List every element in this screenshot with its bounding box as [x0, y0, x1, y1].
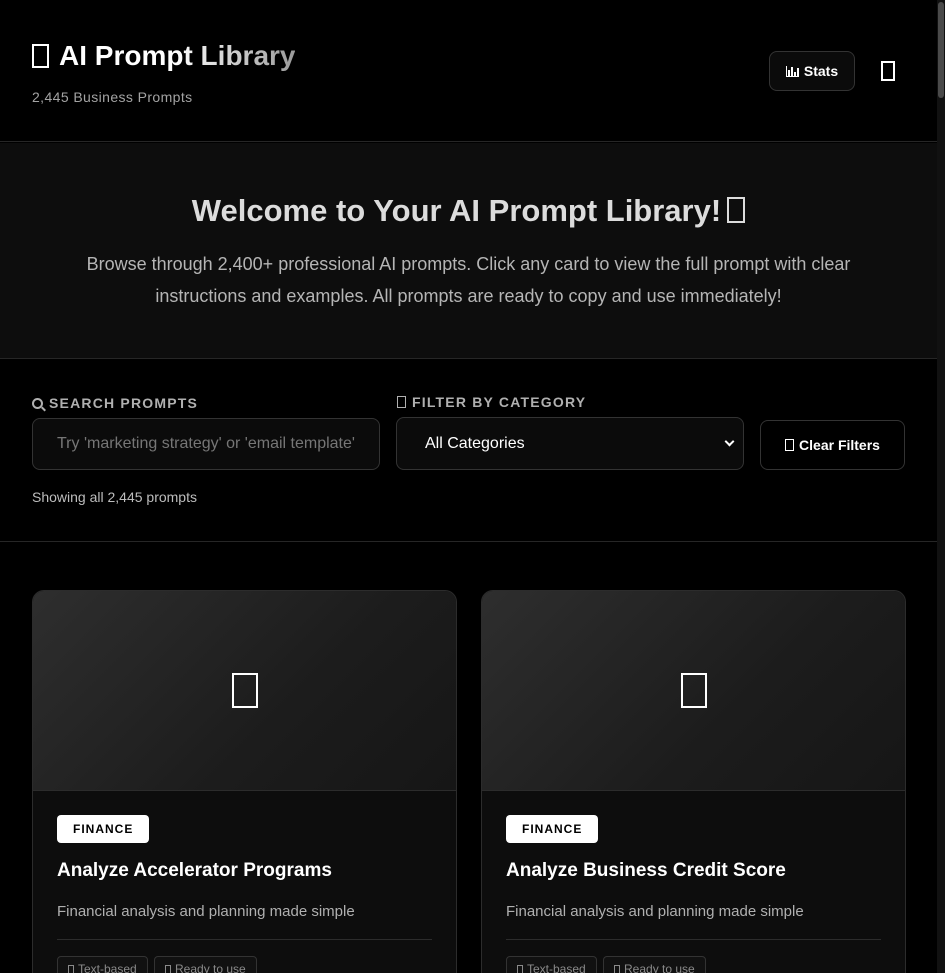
tag-ready-to-use: Ready to use	[154, 956, 257, 973]
search-label: SEARCH PROMPTS	[32, 395, 198, 411]
category-badge: FINANCE	[57, 815, 150, 843]
document-icon	[68, 964, 74, 973]
app-title-text: AI Prompt Library	[59, 40, 296, 71]
scrollbar-thumb[interactable]	[938, 2, 944, 98]
category-label-text: FILTER BY CATEGORY	[412, 394, 587, 410]
filter-bar: SEARCH PROMPTS FILTER BY CATEGORY All Ca…	[0, 359, 937, 542]
check-icon	[165, 964, 171, 973]
sparkle-icon	[727, 197, 746, 223]
theme-toggle-button[interactable]	[870, 51, 906, 91]
search-label-text: SEARCH PROMPTS	[49, 395, 199, 411]
welcome-heading-text: Welcome to Your AI Prompt Library!	[191, 193, 722, 228]
card-divider	[57, 939, 432, 940]
tag-text-based: Text-based	[57, 956, 148, 973]
document-icon	[517, 964, 523, 973]
welcome-heading: Welcome to Your AI Prompt Library!	[0, 193, 937, 229]
tag-text-based: Text-based	[506, 956, 597, 973]
tag-label: Ready to use	[175, 962, 246, 973]
category-select[interactable]: All Categories	[396, 417, 744, 470]
card-title: Analyze Business Credit Score	[506, 860, 786, 881]
category-select-value: All Categories	[425, 434, 525, 452]
stats-button[interactable]: Stats	[769, 51, 855, 91]
tag-ready-to-use: Ready to use	[603, 956, 706, 973]
app-header: AI Prompt Library 2,445 Business Prompts…	[0, 0, 945, 142]
folder-icon	[397, 396, 406, 408]
finance-icon	[231, 673, 258, 708]
welcome-banner: Welcome to Your AI Prompt Library! Brows…	[0, 143, 937, 359]
category-badge: FINANCE	[506, 815, 599, 843]
finance-icon	[680, 673, 707, 708]
category-label: FILTER BY CATEGORY	[397, 394, 586, 410]
check-icon	[614, 964, 620, 973]
welcome-description: Browse through 2,400+ professional AI pr…	[86, 254, 851, 306]
card-title: Analyze Accelerator Programs	[57, 860, 332, 881]
bar-chart-icon	[785, 65, 799, 77]
chevron-down-icon	[724, 436, 735, 447]
search-icon	[32, 398, 43, 409]
card-description: Financial analysis and planning made sim…	[506, 903, 804, 920]
stats-button-label: Stats	[803, 63, 839, 79]
clear-filters-label: Clear Filters	[799, 437, 880, 453]
theme-toggle-icon	[881, 61, 895, 81]
tag-label: Text-based	[527, 962, 586, 973]
prompt-card[interactable]: FINANCE Analyze Accelerator Programs Fin…	[32, 590, 457, 973]
card-media	[482, 591, 905, 791]
library-icon	[32, 44, 49, 68]
clear-filters-button[interactable]: Clear Filters	[760, 420, 905, 470]
card-description: Financial analysis and planning made sim…	[57, 903, 355, 920]
clear-icon	[785, 439, 795, 451]
page-scrollbar[interactable]	[937, 0, 945, 973]
card-divider	[506, 939, 881, 940]
app-title: AI Prompt Library	[32, 40, 295, 72]
result-count: Showing all 2,445 prompts	[32, 489, 197, 505]
prompt-card[interactable]: FINANCE Analyze Business Credit Score Fi…	[481, 590, 906, 973]
tag-label: Ready to use	[624, 962, 695, 973]
card-media	[33, 591, 456, 791]
search-input[interactable]	[32, 418, 380, 470]
tag-label: Text-based	[78, 962, 137, 973]
prompt-count-subtitle: 2,445 Business Prompts	[32, 89, 193, 105]
